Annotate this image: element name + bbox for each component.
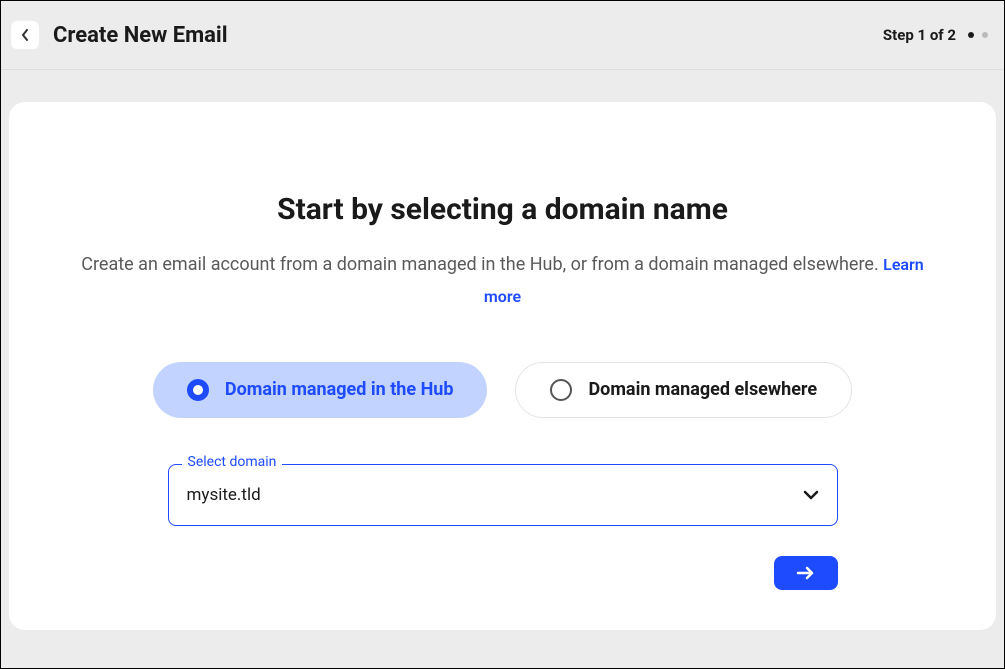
chevron-down-icon [803, 490, 819, 500]
chevron-left-icon [20, 29, 30, 41]
back-button[interactable] [11, 21, 39, 49]
select-label: Select domain [182, 454, 283, 470]
header: Create New Email Step 1 of 2 [1, 1, 1004, 70]
radio-hub-label: Domain managed in the Hub [225, 379, 454, 400]
radio-selected-icon [187, 379, 209, 401]
description-text: Create an email account from a domain ma… [81, 254, 883, 275]
header-left: Create New Email [11, 21, 228, 49]
main-heading: Start by selecting a domain name [81, 192, 924, 227]
next-button[interactable] [774, 556, 838, 590]
radio-group: Domain managed in the Hub Domain managed… [81, 362, 924, 418]
main-description: Create an email account from a domain ma… [81, 249, 924, 314]
radio-domain-hub[interactable]: Domain managed in the Hub [153, 362, 488, 418]
step-indicator: Step 1 of 2 [883, 26, 956, 44]
select-value: mysite.tld [187, 485, 261, 505]
step-dot-2 [982, 32, 988, 38]
radio-domain-elsewhere[interactable]: Domain managed elsewhere [515, 362, 852, 418]
radio-unselected-icon [550, 379, 572, 401]
radio-elsewhere-label: Domain managed elsewhere [588, 379, 817, 400]
page-title: Create New Email [53, 23, 228, 48]
select-domain-dropdown[interactable]: mysite.tld [168, 464, 838, 526]
arrow-right-icon [796, 566, 816, 580]
step-dot-1 [968, 32, 974, 38]
footer-actions [168, 556, 838, 590]
header-right: Step 1 of 2 [883, 26, 988, 44]
content-area: Start by selecting a domain name Create … [1, 70, 1004, 630]
select-domain-field: Select domain mysite.tld [168, 464, 838, 526]
step-dots [968, 32, 988, 38]
card: Start by selecting a domain name Create … [9, 102, 996, 630]
